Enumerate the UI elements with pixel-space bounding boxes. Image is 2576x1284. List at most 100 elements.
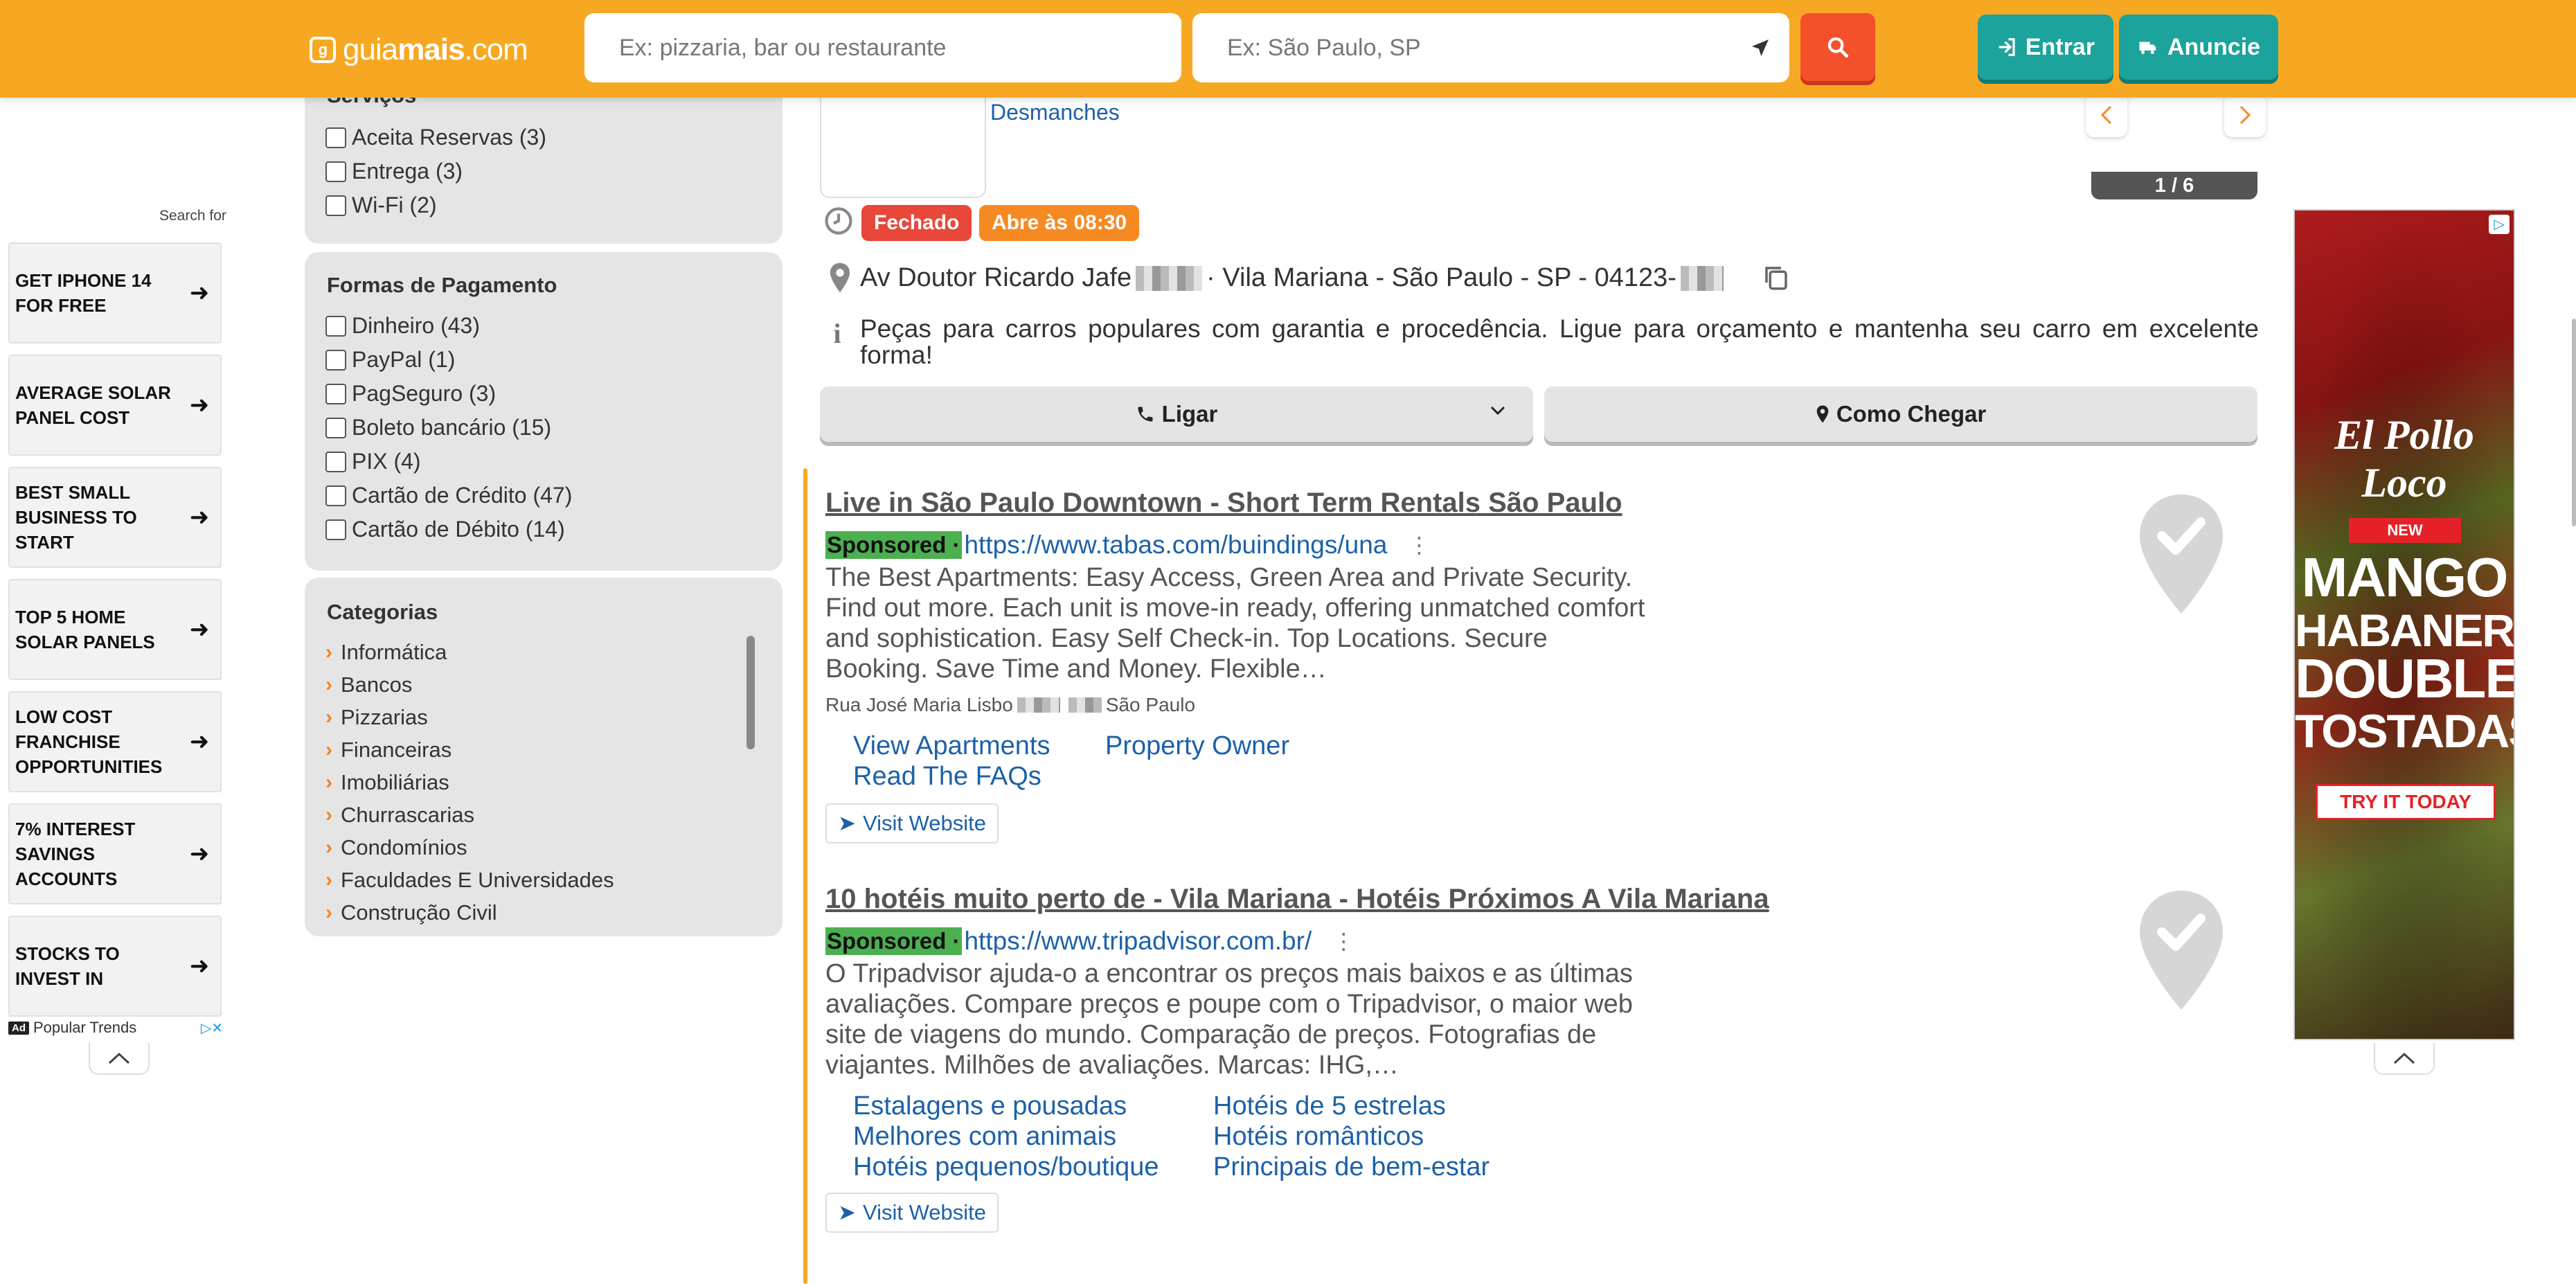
- collapse-right-ad-button[interactable]: [2374, 1043, 2435, 1075]
- visit-website-button[interactable]: ➤ Visit Website: [825, 803, 999, 844]
- category-link[interactable]: › Bancos: [325, 672, 412, 697]
- directions-button[interactable]: Como Chegar: [1544, 386, 2257, 442]
- category-label: Informática: [341, 640, 447, 664]
- ad-sitelink[interactable]: View Apartments: [853, 731, 1050, 761]
- top-bar: g guiamais.com Entrar Anuncie: [0, 0, 2576, 98]
- filter-option[interactable]: Dinheiro (43): [325, 313, 480, 339]
- arrow-right-icon: ➤: [838, 811, 856, 835]
- listing-category-link[interactable]: Desmanches: [990, 100, 1120, 125]
- ad-link-text: BEST SMALL BUSINESS TO START: [15, 482, 137, 553]
- ad-link-item[interactable]: 7% INTEREST SAVINGS ACCOUNTS ➜: [8, 803, 222, 904]
- ad-sitelink[interactable]: Hotéis de 5 estrelas: [1213, 1091, 1446, 1121]
- ad-link-item[interactable]: BEST SMALL BUSINESS TO START ➜: [8, 467, 222, 568]
- ad-footer-label: Popular Trends: [33, 1019, 137, 1036]
- ad-link-text: LOW COST FRANCHISE OPPORTUNITIES: [15, 706, 163, 777]
- sponsored-ad: Live in São Paulo Downtown - Short Term …: [825, 485, 2266, 852]
- call-button-label: Ligar: [1161, 401, 1218, 427]
- collapse-left-ad-button[interactable]: [89, 1043, 150, 1075]
- ad-link-item[interactable]: AVERAGE SOLAR PANEL COST ➜: [8, 355, 222, 456]
- checkbox[interactable]: [325, 161, 346, 182]
- arrow-right-icon: ➜: [189, 280, 210, 306]
- ad-link-item[interactable]: GET IPHONE 14 FOR FREE ➜: [8, 242, 222, 344]
- filter-option[interactable]: PIX (4): [325, 449, 421, 474]
- guiamais-logo[interactable]: g guia mais .com: [310, 33, 528, 66]
- more-options-icon[interactable]: ⋮: [1408, 532, 1430, 558]
- ad-link-item[interactable]: TOP 5 HOME SOLAR PANELS ➜: [8, 579, 222, 680]
- carousel-prev-button[interactable]: [2086, 93, 2127, 137]
- filter-option[interactable]: Entrega (3): [325, 159, 463, 184]
- filter-option[interactable]: PagSeguro (3): [325, 381, 496, 407]
- filter-option[interactable]: Cartão de Crédito (47): [325, 483, 572, 508]
- arrow-right-icon: ➜: [189, 616, 210, 643]
- arrow-right-icon: ➜: [189, 953, 210, 979]
- filter-option-label: Cartão de Débito (14): [352, 517, 565, 542]
- checkbox[interactable]: [325, 519, 346, 540]
- ad-sitelink[interactable]: Read The FAQs: [853, 762, 1041, 792]
- page-scrollbar[interactable]: [2572, 319, 2576, 526]
- category-link[interactable]: › Financeiras: [325, 738, 451, 763]
- more-options-icon[interactable]: ⋮: [1332, 928, 1354, 954]
- checkbox[interactable]: [325, 383, 346, 404]
- ad-cta-button[interactable]: TRY IT TODAY: [2316, 784, 2496, 820]
- checkbox[interactable]: [325, 195, 346, 216]
- category-link[interactable]: › Churrascarias: [325, 803, 474, 828]
- ad-link-item[interactable]: LOW COST FRANCHISE OPPORTUNITIES ➜: [8, 691, 222, 792]
- advertise-button[interactable]: Anuncie: [2119, 15, 2278, 80]
- right-banner-ad[interactable]: ▷ El Pollo Loco NEW MANGO HABANERO DOUBL…: [2293, 209, 2515, 1040]
- ad-sitelink[interactable]: Estalagens e pousadas: [853, 1091, 1127, 1121]
- filter-option[interactable]: Wi-Fi (2): [325, 193, 437, 218]
- login-button[interactable]: Entrar: [1978, 15, 2113, 80]
- filter-option[interactable]: PayPal (1): [325, 347, 455, 373]
- ad-sitelink[interactable]: Melhores com animais: [853, 1122, 1116, 1152]
- checkbox[interactable]: [325, 417, 346, 438]
- categories-panel: Categorias › Informática › Bancos › Pizzari…: [305, 578, 782, 936]
- checkbox[interactable]: [325, 127, 346, 148]
- filter-option[interactable]: Aceita Reservas (3): [325, 125, 546, 150]
- category-link[interactable]: › Imobiliárias: [325, 770, 449, 795]
- carousel-next-button[interactable]: [2224, 93, 2266, 137]
- checkbox[interactable]: [325, 451, 346, 472]
- copy-icon[interactable]: [1762, 263, 1791, 292]
- adchoices-icon[interactable]: ▷✕: [201, 1019, 223, 1037]
- adchoices-icon[interactable]: ▷: [2489, 215, 2510, 234]
- phone-icon: [1138, 407, 1153, 422]
- search-what-input[interactable]: [619, 34, 1181, 62]
- categories-scrollbar[interactable]: [746, 636, 755, 749]
- visit-website-label: Visit Website: [862, 1200, 987, 1224]
- address-locality: · Vila Mariana - São Paulo - SP - 04123-: [1206, 263, 1676, 292]
- filter-option[interactable]: Boleto bancário (15): [325, 415, 551, 440]
- filter-option[interactable]: Cartão de Débito (14): [325, 517, 565, 542]
- clock-icon: [825, 207, 852, 235]
- category-link[interactable]: › Faculdades E Universidades: [325, 868, 614, 893]
- category-link[interactable]: › Construção Civil: [325, 900, 497, 925]
- ad-title-link[interactable]: Live in São Paulo Downtown - Short Term …: [825, 488, 1622, 519]
- logo-text-mais: mais: [397, 33, 465, 66]
- ad-url-link[interactable]: https://www.tripadvisor.com.br/: [965, 927, 1312, 956]
- category-label: Bancos: [341, 672, 413, 697]
- search-button[interactable]: [1800, 13, 1875, 81]
- search-what-field[interactable]: [584, 13, 1181, 82]
- ad-sitelink[interactable]: Hotéis românticos: [1213, 1122, 1424, 1152]
- category-link[interactable]: › Informática: [325, 640, 447, 665]
- category-link[interactable]: › Pizzarias: [325, 705, 428, 730]
- ad-sitelink[interactable]: Principais de bem-estar: [1213, 1152, 1490, 1182]
- ad-sitelink[interactable]: Hotéis pequenos/boutique: [853, 1152, 1159, 1182]
- ad-link-item[interactable]: STOCKS TO INVEST IN ➜: [8, 916, 222, 1017]
- sponsored-label: Sponsored ·: [825, 531, 962, 559]
- search-where-field[interactable]: [1192, 13, 1789, 82]
- checkbox[interactable]: [325, 349, 346, 371]
- ad-url-line: Sponsored · https://www.tripadvisor.com.…: [825, 927, 1354, 956]
- search-where-input[interactable]: [1227, 34, 1789, 62]
- category-link[interactable]: › Condomínios: [325, 835, 467, 860]
- ad-sitelink[interactable]: Property Owner: [1105, 731, 1289, 761]
- visit-website-button[interactable]: ➤ Visit Website: [825, 1193, 999, 1233]
- checkbox[interactable]: [325, 485, 346, 506]
- ad-url-line: Sponsored · https://www.tabas.com/buindi…: [825, 530, 1430, 560]
- ad-url-link[interactable]: https://www.tabas.com/buindings/una: [965, 530, 1388, 560]
- filter-option-label: PIX (4): [352, 449, 421, 474]
- checkbox[interactable]: [325, 315, 346, 337]
- call-button[interactable]: Ligar: [820, 386, 1533, 442]
- ad-title-link[interactable]: 10 hotéis muito perto de - Vila Mariana …: [825, 884, 1769, 915]
- arrow-right-icon: ➜: [189, 729, 210, 755]
- locate-arrow-icon[interactable]: [1749, 37, 1771, 59]
